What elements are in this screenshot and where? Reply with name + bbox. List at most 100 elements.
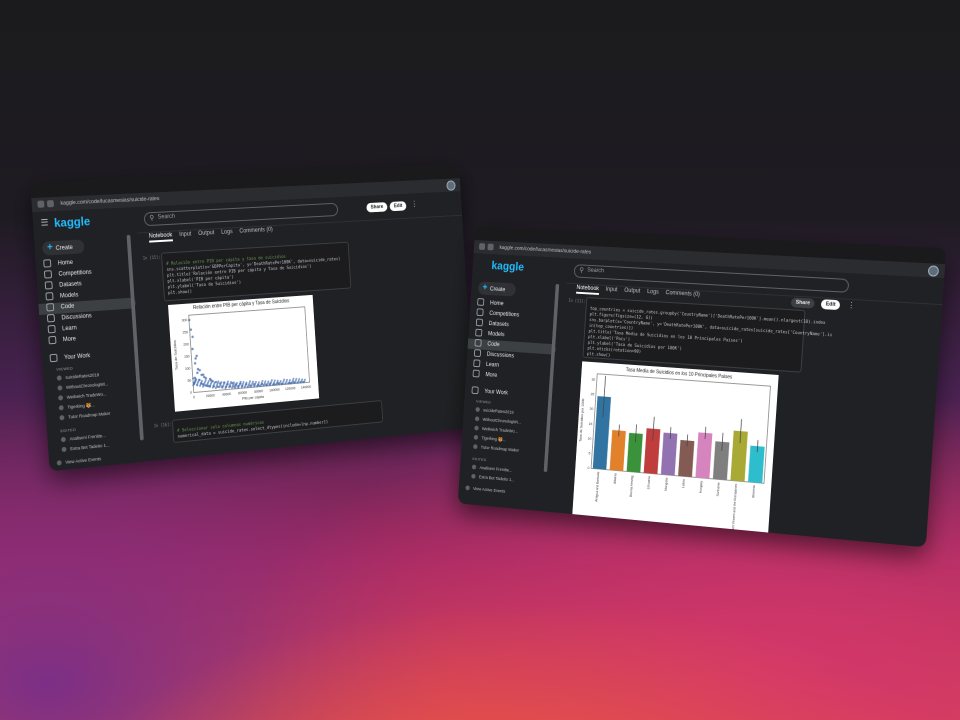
back-icon[interactable] bbox=[37, 201, 44, 208]
y-tick-label: 150 bbox=[184, 355, 190, 359]
view-active-events-link[interactable]: View Active Events bbox=[57, 456, 102, 466]
x-tick-label: Lithuania bbox=[647, 476, 652, 490]
create-button[interactable]: + Create bbox=[42, 239, 85, 255]
avatar-icon bbox=[59, 415, 64, 420]
tab-output[interactable]: Output bbox=[198, 230, 214, 237]
data-point bbox=[196, 371, 198, 374]
left-browser-window: kaggle.com/code/lucasmesias/suicide-rate… bbox=[30, 164, 475, 472]
edit-button[interactable]: Edit bbox=[389, 201, 406, 211]
reload-icon[interactable] bbox=[487, 244, 493, 251]
x-tick-label: Bosnia Herzeg. bbox=[629, 475, 634, 497]
code-icon bbox=[474, 339, 481, 347]
reload-icon[interactable] bbox=[47, 200, 54, 207]
y-tick-label: 5 bbox=[588, 451, 590, 455]
bar bbox=[593, 396, 611, 470]
avatar-icon bbox=[57, 386, 62, 391]
edited-item[interactable]: Extra Bet Tadeito 1... bbox=[62, 443, 110, 453]
data-point bbox=[194, 357, 197, 360]
search-icon: ⚲ bbox=[149, 214, 154, 222]
avatar-icon bbox=[475, 417, 480, 422]
avatar-icon bbox=[57, 376, 62, 381]
cell-exec-count: In [15]: bbox=[143, 255, 161, 261]
data-point bbox=[191, 348, 194, 351]
x-tick-label: 100000 bbox=[269, 388, 280, 393]
viewed-item[interactable]: Weikwich TradeWo... bbox=[58, 391, 107, 400]
viewed-item[interactable]: suicideRates2019 bbox=[57, 372, 100, 381]
tab-input[interactable]: Input bbox=[605, 287, 617, 293]
more-options-icon[interactable]: ⋮ bbox=[847, 301, 855, 310]
avatar-icon bbox=[472, 465, 477, 470]
viewed-item[interactable]: Tutor Roadmap Maker bbox=[59, 411, 110, 421]
menu-icon[interactable]: ☰ bbox=[40, 217, 48, 228]
kaggle-logo[interactable]: kaggle bbox=[491, 259, 524, 274]
bar bbox=[695, 432, 712, 478]
bar bbox=[713, 441, 730, 480]
tab-output[interactable]: Output bbox=[624, 288, 640, 295]
share-button[interactable]: Share bbox=[791, 297, 815, 308]
tab-input[interactable]: Input bbox=[179, 231, 191, 237]
y-tick-label: 25 bbox=[591, 392, 595, 396]
tab-logs[interactable]: Logs bbox=[221, 229, 233, 235]
url-text[interactable]: kaggle.com/code/lucasmesias/suicide-rate… bbox=[499, 245, 591, 255]
more-options-icon[interactable]: ⋮ bbox=[411, 200, 418, 209]
y-tick-label: 0 bbox=[190, 391, 192, 395]
code-text: # Seleccionar solo columnas numéricas nu… bbox=[177, 409, 329, 441]
learn-icon bbox=[48, 325, 56, 334]
edited-item[interactable]: Analiseni Frenitte... bbox=[472, 465, 513, 473]
kaggle-logo[interactable]: kaggle bbox=[54, 214, 91, 230]
bar bbox=[678, 440, 694, 477]
profile-avatar[interactable] bbox=[446, 180, 455, 190]
tab-logs[interactable]: Logs bbox=[647, 289, 659, 295]
viewed-item[interactable]: WithoutChronologWi... bbox=[57, 381, 108, 391]
avatar-icon bbox=[61, 437, 66, 442]
profile-avatar[interactable] bbox=[928, 265, 939, 277]
share-button[interactable]: Share bbox=[366, 202, 388, 212]
viewed-item[interactable]: Tigerking 🐯... bbox=[474, 435, 507, 443]
tab-comments[interactable]: Comments (0) bbox=[665, 290, 700, 298]
code-cell[interactable]: top_countries = suicide_rates.groupby('C… bbox=[582, 297, 805, 373]
nav-more[interactable]: More bbox=[472, 370, 497, 382]
home-icon bbox=[477, 298, 484, 306]
edit-button[interactable]: Edit bbox=[821, 299, 841, 310]
search-input[interactable]: ⚲ Search bbox=[144, 203, 339, 226]
nav-your-work[interactable]: Your Work bbox=[471, 386, 508, 399]
tab-notebook[interactable]: Notebook bbox=[576, 285, 599, 295]
left-sidebar: + Create Home Competitions Datasets Model… bbox=[458, 277, 567, 512]
url-text[interactable]: kaggle.com/code/lucasmesias/suicide-rate… bbox=[60, 196, 159, 207]
avatar-icon bbox=[474, 435, 479, 440]
y-axis-label: Tasa de Suicidios por 100K bbox=[579, 398, 586, 442]
learn-icon bbox=[473, 360, 480, 368]
left-sidebar: + Create Home Competitions Datasets Model… bbox=[34, 232, 153, 471]
viewed-item[interactable]: Weikwich TradeWo... bbox=[474, 426, 518, 434]
code-text: # Relación entre PIB per cápita y tasa d… bbox=[166, 246, 342, 297]
create-button[interactable]: + Create bbox=[478, 281, 516, 296]
comments-icon bbox=[474, 350, 481, 358]
x-tick-label: 120000 bbox=[285, 386, 296, 391]
x-tick-label: Saint Vincent and the Grenadines bbox=[731, 483, 738, 532]
viewed-item[interactable]: WithoutChronologWi... bbox=[475, 416, 521, 425]
right-browser-window: kaggle.com/code/lucasmesias/suicide-rate… bbox=[458, 225, 946, 547]
nav-your-work[interactable]: Your Work bbox=[50, 351, 91, 365]
edited-item[interactable]: Extra Bet Tadeito 1... bbox=[471, 474, 514, 483]
back-icon[interactable] bbox=[479, 243, 485, 250]
avatar-icon bbox=[59, 405, 64, 410]
sidebar-scrollbar[interactable] bbox=[127, 235, 144, 441]
code-icon bbox=[46, 303, 54, 311]
avatar-icon bbox=[473, 444, 478, 449]
view-active-events-link[interactable]: View Active Events bbox=[465, 485, 505, 494]
bar bbox=[610, 430, 626, 471]
events-icon bbox=[465, 486, 470, 491]
your-work-icon bbox=[50, 354, 58, 363]
tab-notebook[interactable]: Notebook bbox=[149, 233, 173, 243]
data-point bbox=[188, 319, 191, 322]
tab-comments[interactable]: Comments (0) bbox=[239, 227, 273, 235]
edited-item[interactable]: Analiseni Frenitte... bbox=[61, 433, 106, 443]
code-cell[interactable]: # Relación entre PIB per cápita y tasa d… bbox=[161, 242, 351, 302]
viewed-item[interactable]: suicideRates2019 bbox=[475, 407, 513, 415]
viewed-item[interactable]: Tutor Roadmap Maker bbox=[473, 444, 519, 453]
viewed-item[interactable]: Tigerking 🐯... bbox=[59, 402, 95, 411]
data-point bbox=[190, 328, 193, 331]
sidebar-scrollbar[interactable] bbox=[544, 284, 560, 472]
viewed-label: VIEWED bbox=[56, 365, 73, 371]
nav-more[interactable]: More bbox=[48, 334, 76, 347]
